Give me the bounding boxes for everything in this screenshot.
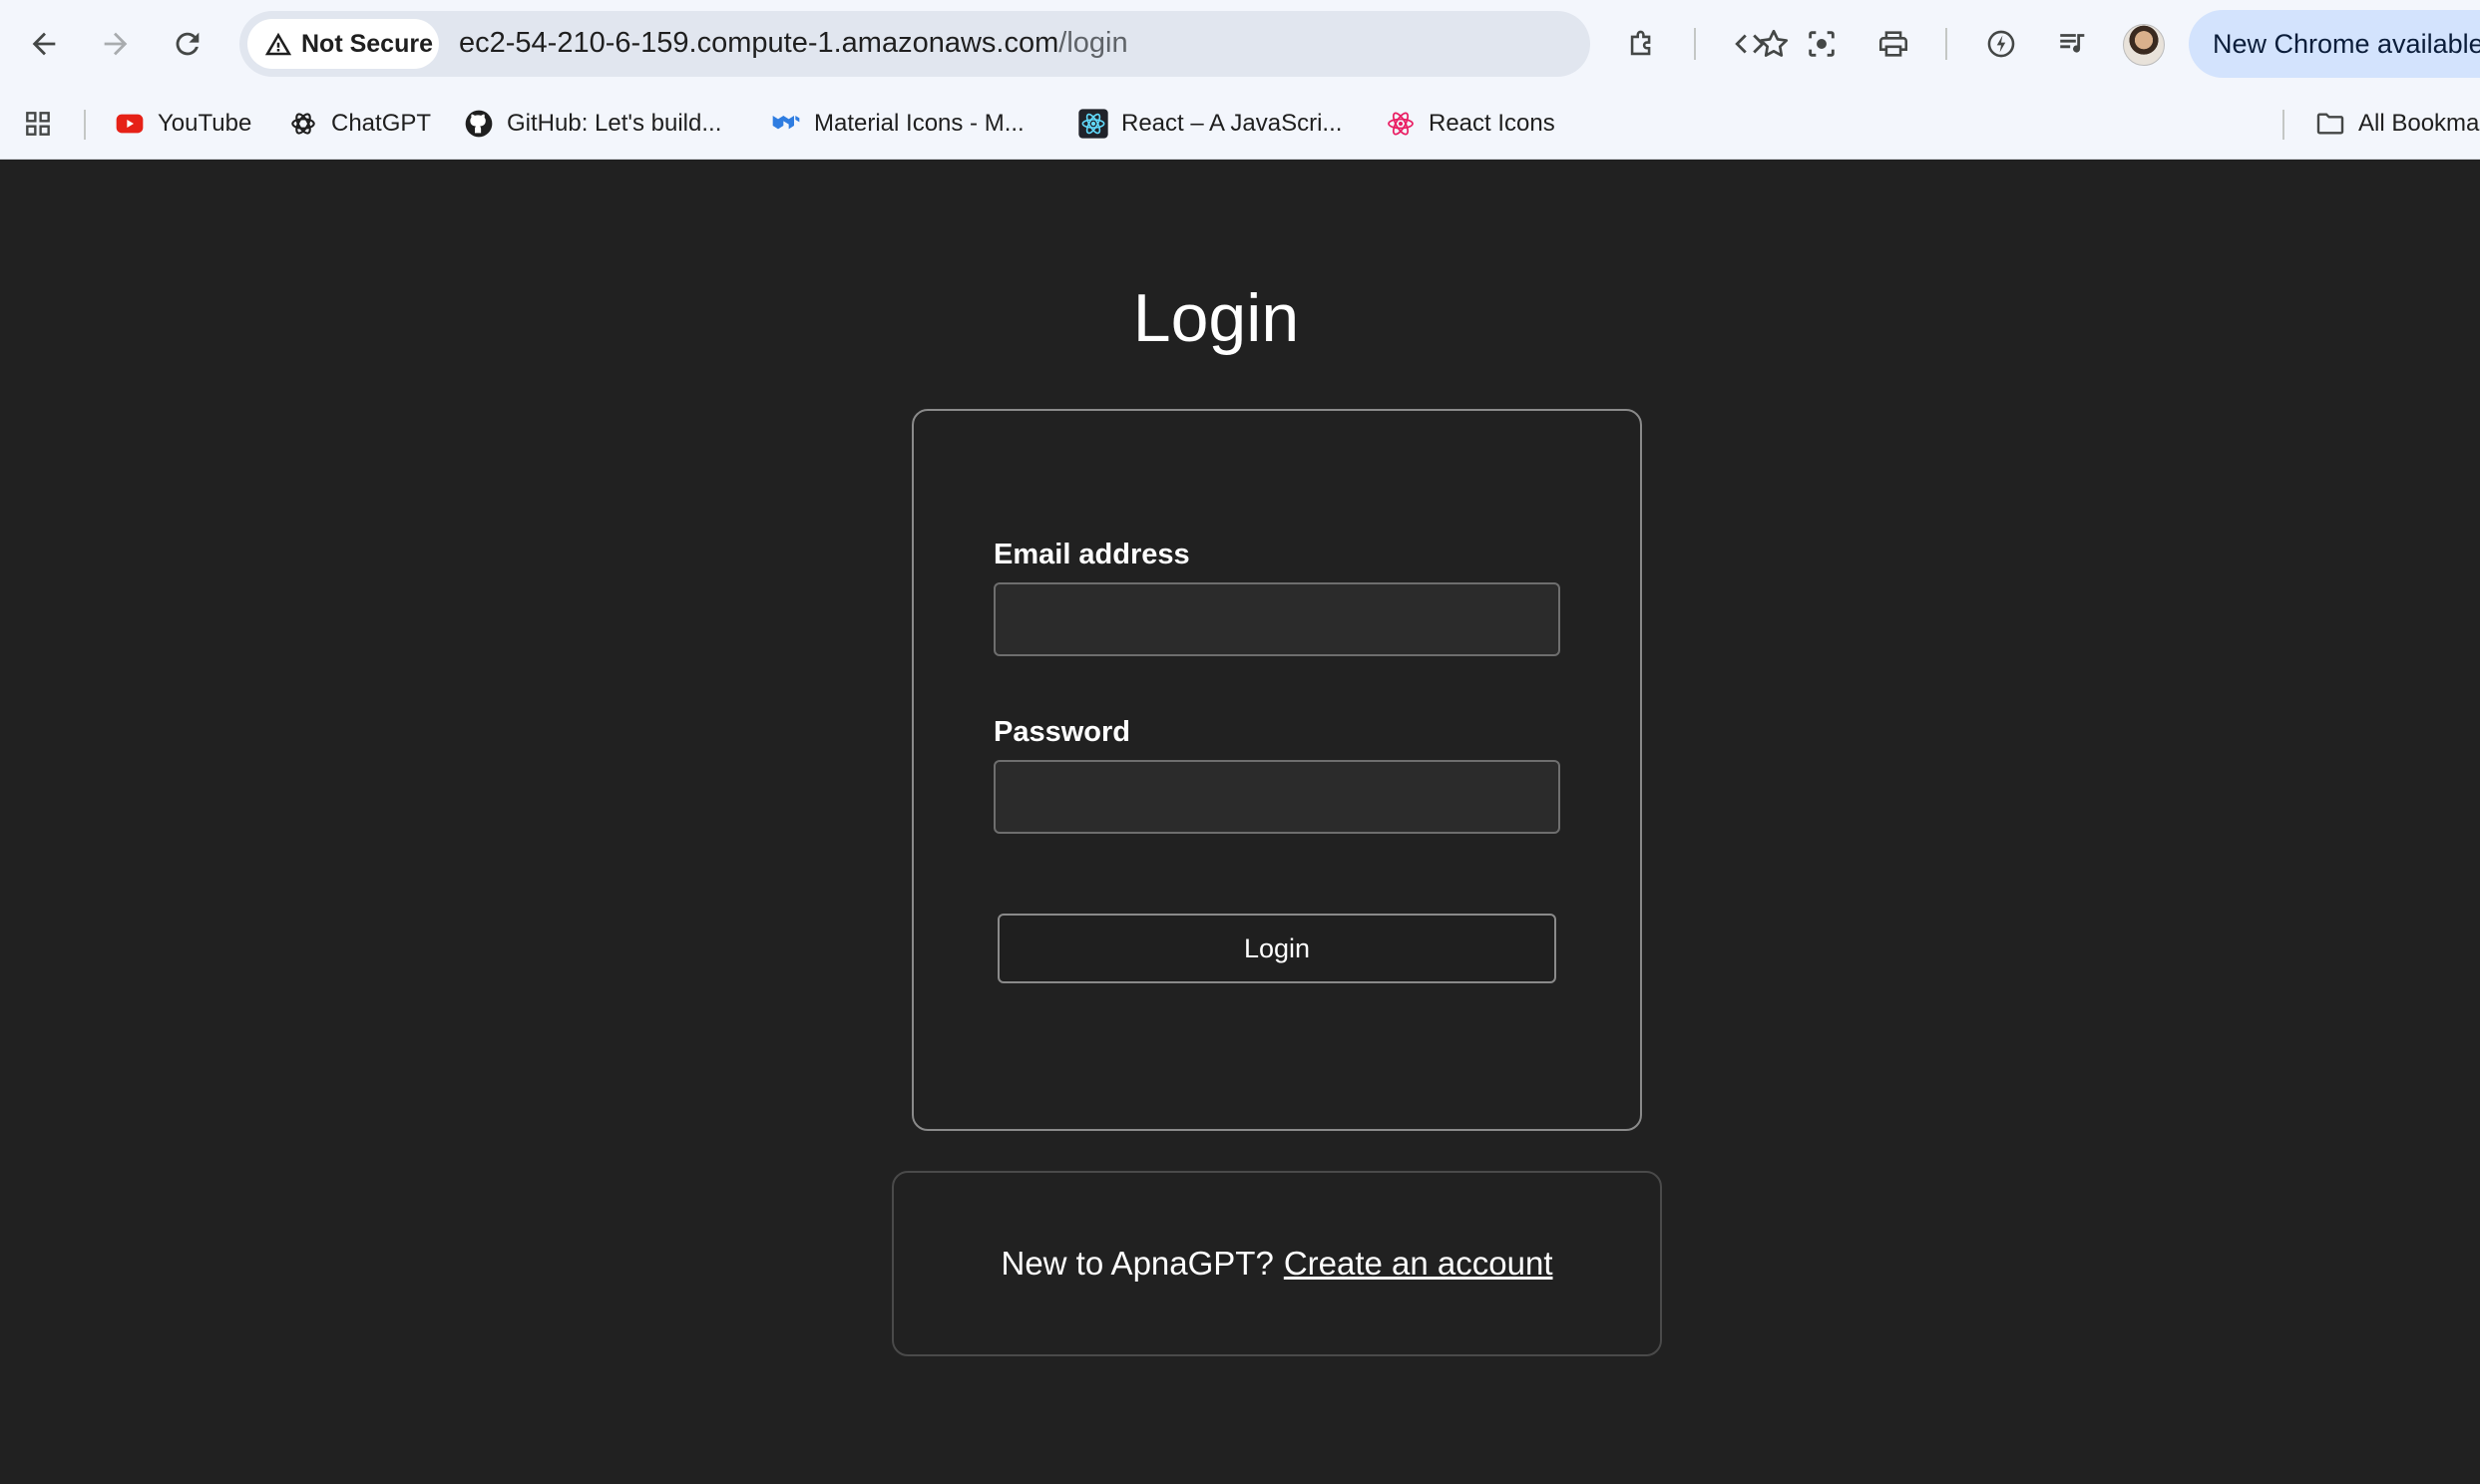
url-host: ec2-54-210-6-159.compute-1.amazonaws.com xyxy=(459,27,1059,59)
github-icon xyxy=(463,108,495,140)
toolbar-divider xyxy=(1945,28,1947,60)
print-button[interactable] xyxy=(1871,22,1915,66)
bookmarks-divider xyxy=(84,110,86,140)
lens-icon xyxy=(1809,31,1835,57)
apps-button[interactable] xyxy=(22,104,66,144)
playlist-music-icon xyxy=(2060,34,2085,53)
bookmark-react[interactable]: React – A JavaScri... xyxy=(1077,104,1342,144)
bookmark-label: YouTube xyxy=(158,110,252,137)
bookmark-label: React – A JavaScri... xyxy=(1121,110,1343,137)
bookmark-label: GitHub: Let's build... xyxy=(507,110,722,137)
folder-icon xyxy=(2314,108,2346,140)
forward-button[interactable] xyxy=(92,20,140,68)
material-ui-icon xyxy=(770,108,802,140)
all-bookmarks-button[interactable]: All Bookmarks xyxy=(2314,104,2480,144)
email-field[interactable] xyxy=(994,582,1560,656)
code-icon xyxy=(1735,34,1765,54)
reload-button[interactable] xyxy=(164,20,211,68)
password-label: Password xyxy=(994,716,1130,748)
bookmarks-divider xyxy=(2282,110,2284,140)
bookmark-youtube[interactable]: YouTube xyxy=(114,104,251,144)
browser-toolbar: Not Secure ec2-54-210-6-159.compute-1.am… xyxy=(0,0,2480,88)
energy-saver-icon xyxy=(1987,30,2015,58)
arrow-right-icon xyxy=(104,32,128,56)
password-field[interactable] xyxy=(994,760,1560,834)
reload-icon xyxy=(176,32,200,56)
login-form: Email address Password Login xyxy=(912,409,1642,1131)
signup-prompt-text: New to ApnaGPT? xyxy=(1001,1245,1274,1282)
react-icons-icon xyxy=(1385,108,1417,140)
chatgpt-icon xyxy=(287,108,319,140)
bookmark-label: ChatGPT xyxy=(331,110,432,137)
login-button[interactable]: Login xyxy=(998,914,1556,983)
bookmark-label: All Bookmarks xyxy=(2358,110,2480,137)
apps-grid-icon xyxy=(22,108,54,140)
puzzle-icon xyxy=(1630,30,1651,56)
bookmarks-bar: YouTube ChatGPT GitHub: Let's build... M… xyxy=(0,88,2480,160)
chrome-update-button[interactable]: New Chrome available xyxy=(2189,10,2480,78)
signup-prompt-card: New to ApnaGPT? Create an account xyxy=(892,1171,1662,1356)
page-title-wrap: Login xyxy=(0,279,2480,357)
youtube-icon xyxy=(114,108,146,140)
devtools-button[interactable] xyxy=(1728,22,1772,66)
bookmark-react-icons[interactable]: React Icons xyxy=(1385,104,1555,144)
performance-button[interactable] xyxy=(1979,22,2023,66)
media-controls-button[interactable] xyxy=(2051,22,2095,66)
toolbar-divider xyxy=(1694,28,1696,60)
printer-icon xyxy=(1878,31,1908,57)
security-chip[interactable]: Not Secure xyxy=(247,19,439,69)
react-icon xyxy=(1077,108,1109,140)
url-path: /login xyxy=(1058,27,1128,59)
profile-avatar[interactable] xyxy=(2123,24,2165,66)
page-title: Login xyxy=(1132,280,1300,356)
arrow-left-icon xyxy=(32,32,56,56)
bookmark-github[interactable]: GitHub: Let's build... xyxy=(463,104,721,144)
url-text[interactable]: ec2-54-210-6-159.compute-1.amazonaws.com… xyxy=(459,27,1128,60)
bookmark-label: React Icons xyxy=(1429,110,1555,137)
warning-icon xyxy=(264,32,292,56)
bookmark-material-icons[interactable]: Material Icons - M... xyxy=(770,104,1025,144)
email-label: Email address xyxy=(994,539,1190,570)
security-label: Not Secure xyxy=(301,29,433,58)
bookmark-chatgpt[interactable]: ChatGPT xyxy=(287,104,431,144)
address-bar[interactable]: Not Secure ec2-54-210-6-159.compute-1.am… xyxy=(239,11,1789,77)
back-button[interactable] xyxy=(20,20,68,68)
extensions-button[interactable] xyxy=(1620,22,1664,66)
bookmark-label: Material Icons - M... xyxy=(814,110,1025,137)
screenshot-button[interactable] xyxy=(1800,22,1844,66)
create-account-link[interactable]: Create an account xyxy=(1284,1245,1553,1283)
